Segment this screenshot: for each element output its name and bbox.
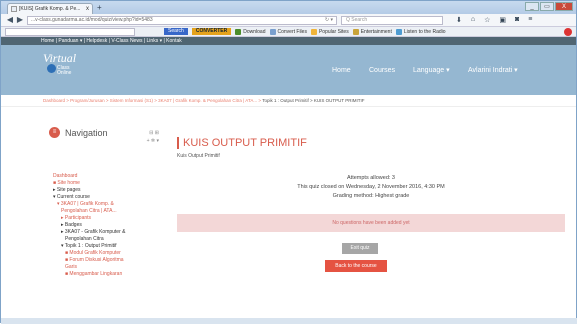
nav-language[interactable]: Language ▾ [413, 45, 450, 95]
addon-toolbar: Search CONVERTER Download Convert Files … [1, 27, 576, 37]
nav-tree-item[interactable]: ■ Forum Diskusi Algoritma [51, 257, 159, 264]
address-bar-row: ◀ ▶ ...v-class.gunadarma.ac.id/mod/quiz/… [1, 14, 576, 27]
toolbar-convert-label: Convert Files [277, 28, 307, 35]
menu-icon[interactable]: ≡ [528, 16, 532, 24]
nav-tree-item[interactable]: ▸ Participants [51, 215, 159, 222]
toolbar-entertainment[interactable]: Entertainment [352, 28, 392, 35]
bookmarks-icon[interactable]: ▣ [499, 16, 506, 24]
forward-arrow-icon[interactable]: ▶ [15, 16, 25, 25]
navigation-title: Navigation [65, 127, 108, 138]
tab-bar: [KUIS] Grafik Komp. & Pe... x + _ ▭ X [1, 1, 576, 14]
url-input[interactable]: ...v-class.gunadarma.ac.id/mod/quiz/view… [27, 16, 337, 25]
toolbar-items: Search CONVERTER Download Convert Files … [164, 28, 446, 35]
nav-tree-item[interactable]: Garis [51, 264, 159, 271]
nav-tree-item[interactable]: Pengolahan Citra [51, 236, 159, 243]
nav-tree-item[interactable]: ▾ Current course [51, 194, 159, 201]
toolbar-popular-label: Popular Sites [318, 28, 349, 35]
radio-icon [395, 28, 402, 35]
tab-title: [KUIS] Grafik Komp. & Pe... [19, 6, 81, 12]
quiz-info: Attempts allowed: 3 This quiz closed on … [177, 174, 565, 201]
tab-close-icon[interactable]: x [86, 6, 89, 12]
main-content: KUIS OUTPUT PRIMITIF Kuis Output Primiti… [177, 137, 565, 272]
toolbar-search-button[interactable]: Search [164, 28, 188, 35]
breadcrumb: Dashboard > Program/Jurusan > Sistem Inf… [1, 95, 576, 107]
nav-courses[interactable]: Courses [369, 45, 395, 95]
browser-window: [KUIS] Grafik Komp. & Pe... x + _ ▭ X ◀ … [0, 0, 577, 324]
browser-tab[interactable]: [KUIS] Grafik Komp. & Pe... x [7, 3, 93, 14]
back-arrow-icon[interactable]: ◀ [5, 16, 15, 25]
exit-quiz-button[interactable]: Exit quiz [342, 243, 378, 254]
toolbar-radio[interactable]: Listen to the Radio [395, 28, 446, 35]
quiz-heading: KUIS OUTPUT PRIMITIF [177, 137, 565, 149]
browser-search-input[interactable]: Q Search [341, 16, 443, 25]
new-tab-button[interactable]: + [97, 3, 102, 12]
minimize-button[interactable]: _ [525, 2, 539, 11]
nav-tree-item[interactable]: ▸ Badges [51, 222, 159, 229]
breadcrumb-path[interactable]: Dashboard > Program/Jurusan > Sistem Inf… [43, 98, 262, 103]
nav-tree-item[interactable]: Pengolahan Citra | ATA... [51, 208, 159, 215]
toolbar-popular[interactable]: Popular Sites [310, 28, 349, 35]
nav-tree-item[interactable]: ■ Site home [51, 180, 159, 187]
home-icon[interactable]: ⌂ [471, 16, 475, 24]
navigation-controls[interactable]: ⊟ ⊞ + ✲ ▾ [147, 129, 159, 145]
favicon-icon [11, 6, 17, 12]
nav-user-menu[interactable]: Avlarini Indrati ▾ [468, 45, 518, 95]
heading-accent [177, 137, 179, 149]
nav-tree-item[interactable]: ▾ 3KA07 | Grafik Komp. & [51, 201, 159, 208]
quiz-title: KUIS OUTPUT PRIMITIF [183, 137, 307, 149]
attempts-allowed: Attempts allowed: 3 [347, 175, 395, 181]
site-link-bar[interactable]: Home | Panduan ▾ | Helpdesk | V-Class Ne… [1, 37, 576, 45]
dock-icon[interactable]: ⊟ ⊞ [147, 129, 159, 137]
nav-home[interactable]: Home [332, 45, 351, 95]
grading-method: Grading method: Highest grade [332, 193, 410, 199]
convert-icon [269, 28, 276, 35]
nav-tree-item[interactable]: Dashboard [51, 173, 159, 180]
breadcrumb-current: Topik 1 : Output Primitif > KUIS OUTPUT … [262, 98, 365, 103]
nav-tree-item[interactable]: ▾ Topik 1 : Output Primitif [51, 243, 159, 250]
popular-icon [310, 28, 317, 35]
toolbar-download[interactable]: Download [235, 28, 266, 35]
star-icon[interactable]: ☆ [484, 16, 490, 24]
toolbar-download-label: Download [243, 28, 266, 35]
url-text: ...v-class.gunadarma.ac.id/mod/quiz/view… [31, 17, 153, 23]
navigation-header: ≡ Navigation [49, 127, 159, 138]
taskbar-strip [1, 318, 577, 324]
navigation-tree: Dashboard ■ Site home ▸ Site pages ▾ Curren… [51, 173, 159, 278]
site-header: Virtual Class Online Home Courses Langua… [1, 45, 576, 95]
toolbar-entertainment-label: Entertainment [360, 28, 392, 35]
navigation-block: ≡ Navigation ⊟ ⊞ + ✲ ▾ Dashboard ■ Site h… [49, 127, 159, 327]
window-controls: _ ▭ X [525, 2, 573, 11]
nav-tree-item[interactable]: ▸ Site pages [51, 187, 159, 194]
settings-icon[interactable]: + ✲ ▾ [147, 137, 159, 145]
download-icon[interactable]: ⬇ [456, 16, 462, 24]
logo-sub2: Online [57, 70, 72, 76]
nav-tree-item[interactable]: ▸ 3KA07 - Grafik Komputer & [51, 229, 159, 236]
browser-toolbar-icons: ⬇ ⌂ ☆ ▣ ◙ ≡ [456, 16, 532, 24]
toolbar-convert[interactable]: Convert Files [269, 28, 307, 35]
close-window-button[interactable]: X [555, 2, 573, 11]
entertainment-icon [352, 28, 359, 35]
no-questions-alert: No questions have been added yet [177, 214, 565, 232]
download-icon [235, 28, 242, 35]
pocket-icon[interactable]: ◙ [515, 16, 519, 24]
site-logo[interactable]: Virtual Class Online [43, 51, 113, 89]
maximize-button[interactable]: ▭ [540, 2, 554, 11]
toolbar-radio-label: Listen to the Radio [403, 28, 446, 35]
nav-tree-item[interactable]: ■ Modul Grafik Komputer [51, 250, 159, 257]
converter-logo[interactable]: CONVERTER [191, 28, 232, 35]
back-to-course-button[interactable]: Back to the course [325, 260, 387, 272]
navigation-icon: ≡ [49, 127, 60, 138]
nav-tree-item[interactable]: ■ Menggambar Lingkaran [51, 271, 159, 278]
reload-icon[interactable]: ↻ ▾ [325, 17, 333, 24]
toolbar-search-field[interactable] [5, 28, 135, 36]
quiz-closed-date: This quiz closed on Wednesday, 2 Novembe… [297, 184, 445, 190]
quiz-subtitle: Kuis Output Primitif [177, 153, 220, 159]
logo-bubble-icon [47, 64, 56, 73]
addon-icon[interactable] [564, 28, 572, 36]
